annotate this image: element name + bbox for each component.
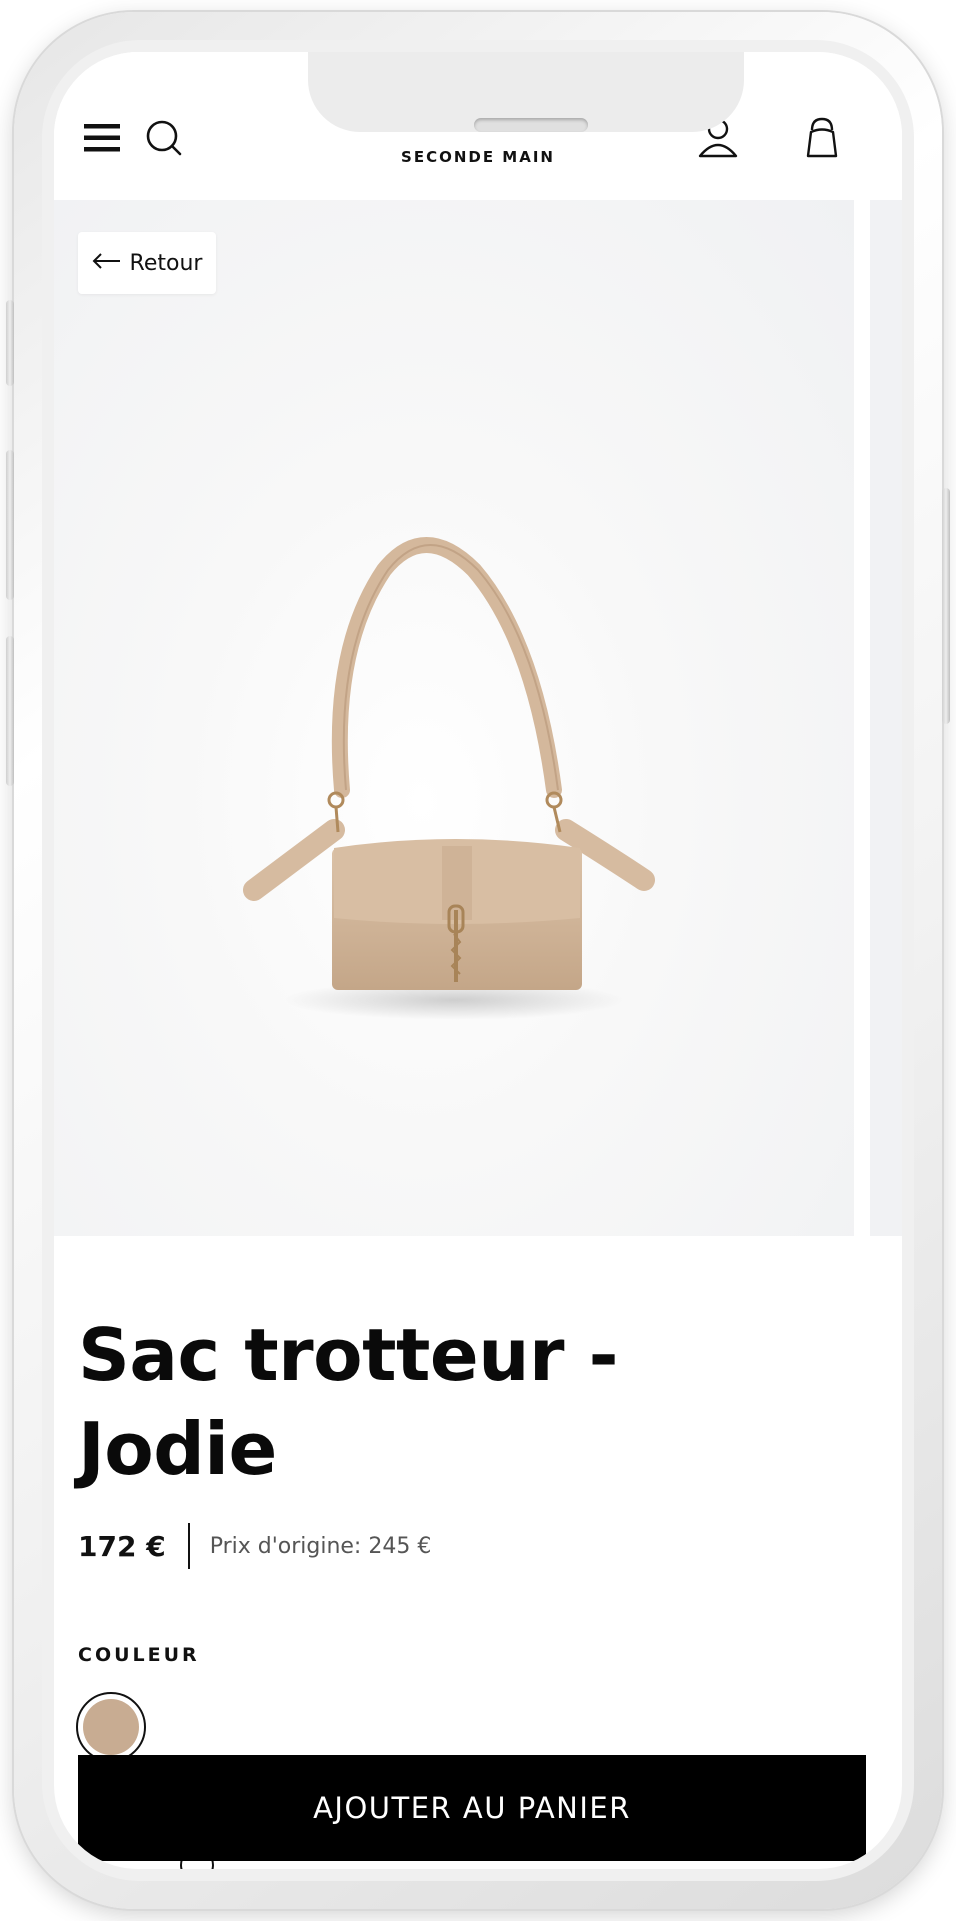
handbag-image [243,537,655,1020]
phone-side-button [942,488,950,724]
price-row: 172 € Prix d'origine: 245 € [78,1522,431,1570]
back-button[interactable]: Retour [78,232,216,294]
phone-side-button [6,300,14,386]
brand-logo[interactable]: SECONDE MAIN [54,148,902,166]
phone-speaker [474,118,588,132]
price-divider [187,1523,190,1569]
phone-side-button [6,636,14,786]
add-to-cart-button[interactable]: AJOUTER AU PANIER [78,1755,866,1861]
product-title: Sac trotteur - Jodie [78,1308,858,1496]
phone-screen-area: SECONDE MAIN Retour Sac trotteur - Jodie… [14,12,942,1909]
product-image[interactable] [54,200,854,1236]
product-title-line: Sac trotteur - [78,1313,618,1397]
original-price: Prix d'origine: 245 € [209,1533,432,1559]
color-label: COULEUR [78,1644,200,1666]
product-price: 172 € [78,1529,166,1563]
product-title-line: Jodie [78,1407,277,1491]
product-gallery[interactable]: Retour [54,200,902,1236]
color-swatch-fill [83,1699,139,1755]
arrow-left-icon [92,251,122,276]
screen: SECONDE MAIN Retour Sac trotteur - Jodie… [54,52,902,1869]
color-swatch-selected[interactable] [76,1692,146,1762]
next-image-peek[interactable] [870,200,902,1236]
back-button-label: Retour [129,250,203,276]
phone-side-button [6,450,14,600]
